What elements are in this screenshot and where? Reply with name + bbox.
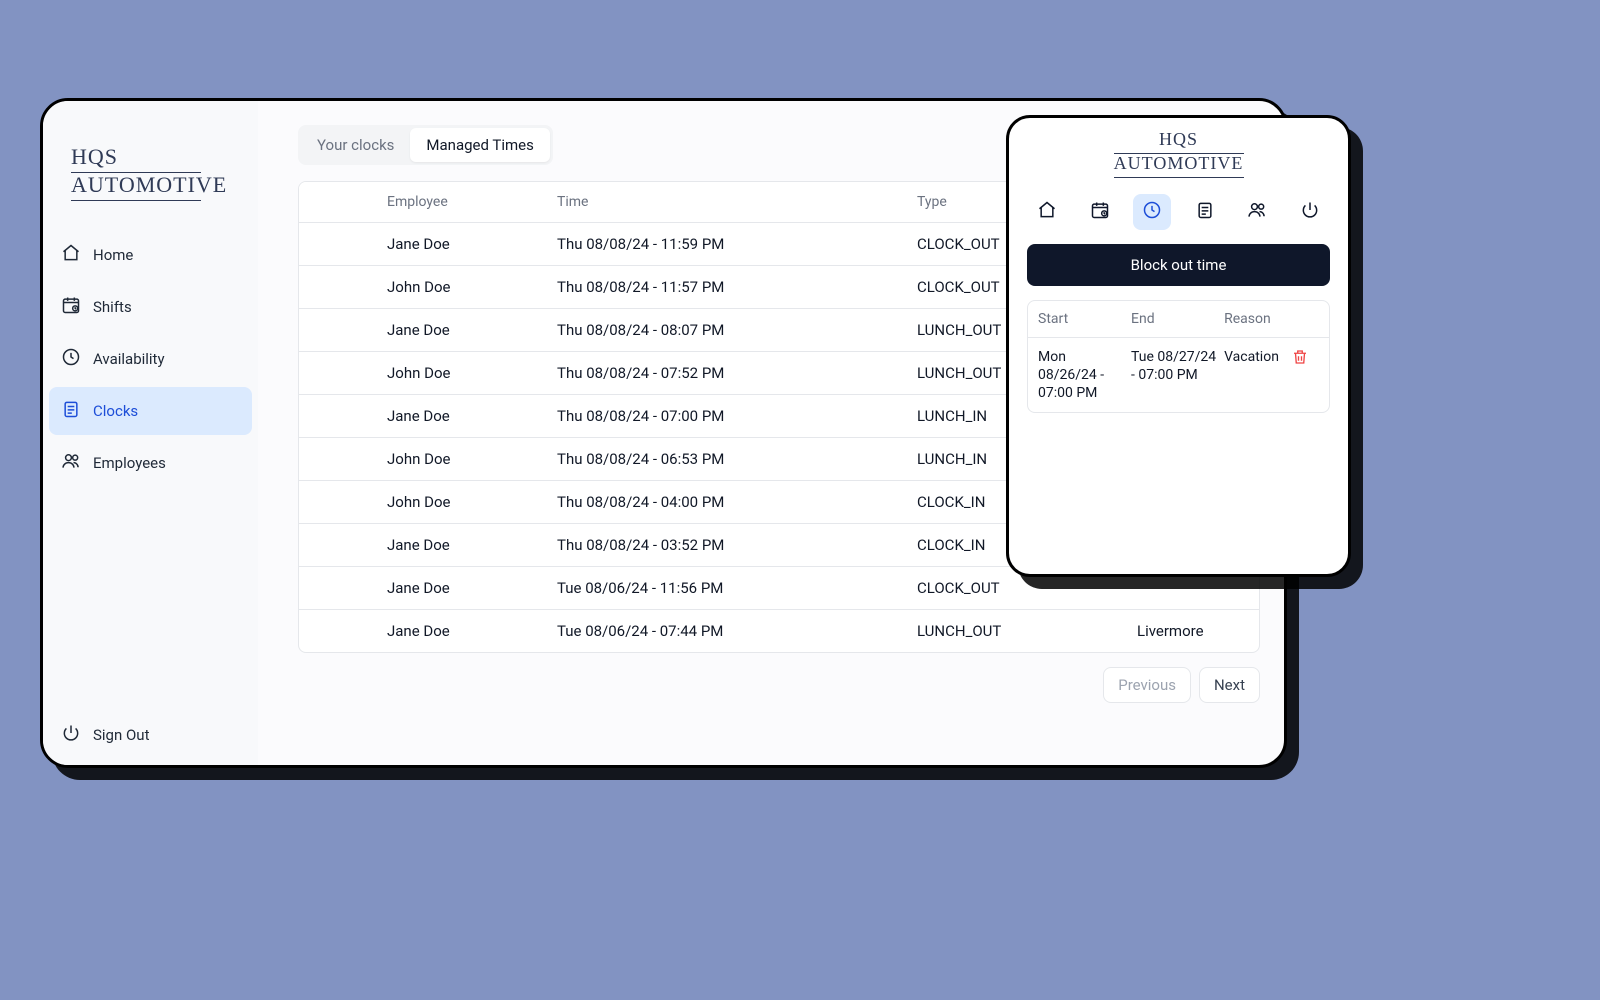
col-start: Start [1038,311,1125,327]
pagination: Previous Next [298,667,1260,703]
sidebar-item-shifts[interactable]: Shifts [49,283,252,331]
cell-employee: Jane Doe [379,567,549,609]
previous-button[interactable]: Previous [1103,667,1191,703]
blockout-row: Mon 08/26/24 - 07:00 PM Tue 08/27/24 - 0… [1028,337,1329,413]
table-row: Jane DoeTue 08/06/24 - 07:44 PMLUNCH_OUT… [299,609,1259,652]
cell-employee: Jane Doe [379,524,549,566]
cell-location: Livermore [1129,610,1259,652]
cell-employee: John Doe [379,266,549,308]
mobile-window: HQS AUTOMOTIVE Block out time Start End … [1006,115,1351,577]
cell-time: Tue 08/06/24 - 11:56 PM [549,567,909,609]
sidebar-item-label: Employees [93,454,166,472]
cell-reason: Vacation [1224,348,1285,403]
tab-your-clocks[interactable]: Your clocks [301,128,410,162]
cell-time: Tue 08/06/24 - 07:44 PM [549,610,909,652]
calendar-icon [1090,200,1110,224]
power-icon [61,723,81,747]
next-button[interactable]: Next [1199,667,1260,703]
cell-time: Thu 08/08/24 - 08:07 PM [549,309,909,351]
sidebar-item-home[interactable]: Home [49,231,252,279]
mobile-nav-shifts[interactable] [1081,194,1119,230]
logo-line1: HQS [1009,130,1348,150]
cell-employee: John Doe [379,352,549,394]
cell-employee: Jane Doe [379,223,549,265]
cell-employee: Jane Doe [379,309,549,351]
sign-out-label: Sign Out [93,726,149,744]
cell-employee: John Doe [379,481,549,523]
cell-time: Thu 08/08/24 - 07:00 PM [549,395,909,437]
users-icon [61,451,81,475]
cell-employee: Jane Doe [379,395,549,437]
cell-time: Thu 08/08/24 - 11:57 PM [549,266,909,308]
mobile-nav [1009,184,1348,244]
sidebar-item-employees[interactable]: Employees [49,439,252,487]
cell-employee: John Doe [379,438,549,480]
sidebar-item-label: Home [93,246,133,264]
sidebar-item-label: Clocks [93,402,138,420]
sidebar-item-clocks[interactable]: Clocks [49,387,252,435]
mobile-nav-home[interactable] [1028,194,1066,230]
cell-end: Tue 08/27/24 - 07:00 PM [1131,348,1218,403]
mobile-nav-availability[interactable] [1133,194,1171,230]
cell-employee: Jane Doe [379,610,549,652]
sidebar-item-label: Availability [93,350,165,368]
cell-time: Thu 08/08/24 - 03:52 PM [549,524,909,566]
tabs: Your clocks Managed Times [298,125,553,165]
mobile-nav-employees[interactable] [1238,194,1276,230]
col-employee: Employee [379,182,549,222]
home-icon [61,243,81,267]
clock-icon [61,347,81,371]
col-end: End [1131,311,1218,327]
clipboard-icon [61,399,81,423]
blockout-header: Start End Reason [1028,301,1329,337]
home-icon [1037,200,1057,224]
clipboard-icon [1195,200,1215,224]
mobile-nav-signout[interactable] [1291,194,1329,230]
trash-icon [1291,354,1309,370]
mobile-brand-logo: HQS AUTOMOTIVE [1009,118,1348,184]
cell-time: Thu 08/08/24 - 11:59 PM [549,223,909,265]
blockout-table: Start End Reason Mon 08/26/24 - 07:00 PM… [1027,300,1330,414]
sidebar-item-availability[interactable]: Availability [49,335,252,383]
sidebar-item-label: Shifts [93,298,132,316]
sidebar: HQS AUTOMOTIVE Home Shifts Availability … [43,101,258,765]
sign-out-button[interactable]: Sign Out [43,711,258,759]
logo-line2: AUTOMOTIVE [1009,154,1348,174]
cell-time: Thu 08/08/24 - 07:52 PM [549,352,909,394]
col-reason: Reason [1224,311,1285,327]
logo-line1: HQS [71,145,238,169]
calendar-icon [61,295,81,319]
brand-logo: HQS AUTOMOTIVE [43,125,258,231]
delete-row-button[interactable] [1291,348,1319,403]
cell-start: Mon 08/26/24 - 07:00 PM [1038,348,1125,403]
users-icon [1247,200,1267,224]
tab-managed-times[interactable]: Managed Times [410,128,549,162]
block-out-time-button[interactable]: Block out time [1027,244,1330,286]
mobile-nav-clocks[interactable] [1186,194,1224,230]
col-time: Time [549,182,909,222]
cell-time: Thu 08/08/24 - 04:00 PM [549,481,909,523]
sidebar-nav: Home Shifts Availability Clocks Employee… [43,231,258,487]
cell-location [1129,576,1259,600]
power-icon [1300,200,1320,224]
logo-line2: AUTOMOTIVE [71,173,238,197]
clock-icon [1142,200,1162,224]
cell-type: LUNCH_OUT [909,610,1129,652]
cell-time: Thu 08/08/24 - 06:53 PM [549,438,909,480]
